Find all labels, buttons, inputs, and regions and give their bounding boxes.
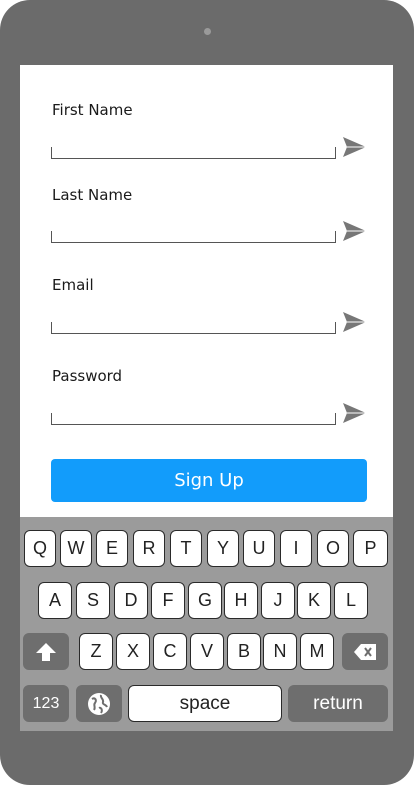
return-key[interactable]: return xyxy=(288,685,388,722)
last-name-label: Last Name xyxy=(52,186,133,204)
key-p[interactable]: P xyxy=(353,530,388,567)
screen: First Name Last Name Email Password Sign… xyxy=(20,65,393,731)
key-k[interactable]: K xyxy=(297,582,331,619)
shift-arrow-icon xyxy=(36,642,56,661)
key-d[interactable]: D xyxy=(114,582,148,619)
email-label: Email xyxy=(52,276,94,294)
first-name-field[interactable] xyxy=(51,147,336,159)
send-icon[interactable] xyxy=(342,136,367,158)
key-i[interactable]: I xyxy=(280,530,312,567)
key-f[interactable]: F xyxy=(151,582,185,619)
send-icon[interactable] xyxy=(342,220,367,242)
key-g[interactable]: G xyxy=(188,582,222,619)
numbers-key[interactable]: 123 xyxy=(23,685,69,722)
key-e[interactable]: E xyxy=(96,530,128,567)
send-icon[interactable] xyxy=(342,311,367,333)
sign-up-button[interactable]: Sign Up xyxy=(51,459,367,502)
key-w[interactable]: W xyxy=(60,530,92,567)
key-s[interactable]: S xyxy=(76,582,110,619)
backspace-icon xyxy=(354,643,376,660)
key-z[interactable]: Z xyxy=(79,633,113,670)
key-n[interactable]: N xyxy=(263,633,297,670)
key-l[interactable]: L xyxy=(334,582,368,619)
key-m[interactable]: M xyxy=(300,633,334,670)
globe-key[interactable] xyxy=(76,685,122,722)
email-field[interactable] xyxy=(51,322,336,334)
password-field[interactable] xyxy=(51,413,336,425)
key-c[interactable]: C xyxy=(153,633,187,670)
key-r[interactable]: R xyxy=(133,530,165,567)
backspace-key[interactable] xyxy=(342,633,388,670)
first-name-label: First Name xyxy=(52,101,133,119)
last-name-field[interactable] xyxy=(51,231,336,243)
key-o[interactable]: O xyxy=(317,530,349,567)
phone-frame: First Name Last Name Email Password Sign… xyxy=(0,0,414,785)
key-t[interactable]: T xyxy=(170,530,202,567)
camera-dot xyxy=(204,28,211,35)
key-h[interactable]: H xyxy=(224,582,258,619)
password-label: Password xyxy=(52,367,123,385)
key-v[interactable]: V xyxy=(190,633,224,670)
key-y[interactable]: Y xyxy=(207,530,239,567)
key-j[interactable]: J xyxy=(261,582,295,619)
shift-key[interactable] xyxy=(23,633,69,670)
key-a[interactable]: A xyxy=(38,582,72,619)
space-key[interactable]: space xyxy=(128,685,282,722)
key-q[interactable]: Q xyxy=(24,530,56,567)
key-x[interactable]: X xyxy=(116,633,150,670)
key-u[interactable]: U xyxy=(243,530,275,567)
send-icon[interactable] xyxy=(342,402,367,424)
globe-icon xyxy=(88,692,110,715)
key-b[interactable]: B xyxy=(227,633,261,670)
keyboard: Q W E R T Y U I O P A S D F G H J K L Z … xyxy=(20,517,393,731)
